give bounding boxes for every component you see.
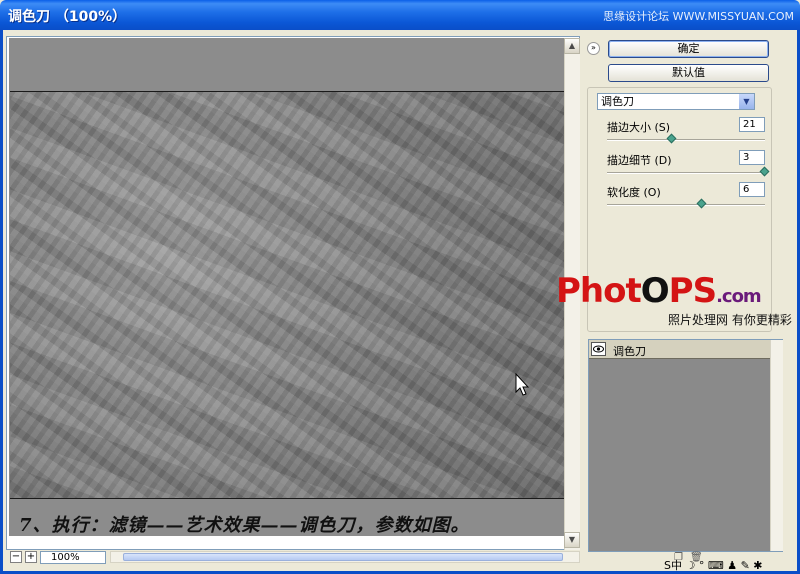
collapse-toggle-icon[interactable]: » [587, 42, 600, 55]
zoom-select[interactable]: 100% [40, 551, 106, 564]
mouse-cursor-icon [515, 373, 530, 396]
scroll-up-icon[interactable]: ▲ [564, 38, 580, 54]
effect-layers-panel: 调色刀 [588, 339, 783, 552]
chevron-down-icon[interactable]: ▼ [739, 94, 754, 109]
scroll-down-icon[interactable]: ▼ [564, 532, 580, 548]
logo-brand-com: .com [716, 286, 762, 307]
effect-layer-name: 调色刀 [613, 345, 646, 358]
stroke-size-input[interactable]: 21 [739, 117, 765, 132]
window-title: 调色刀 （100%） [8, 9, 127, 25]
stroke-detail-slider[interactable] [607, 172, 765, 174]
effect-layer-row[interactable]: 调色刀 [589, 340, 770, 359]
zoom-value: 100% [51, 552, 80, 563]
title-bar[interactable]: 调色刀 （100%） 思缘设计论坛 WWW.MISSYUAN.COM [0, 0, 800, 30]
stroke-size-label: 描边大小 (S) [607, 121, 671, 134]
logo-slogan: 照片处理网 有你更精彩 [668, 313, 792, 327]
zoom-in-button[interactable]: + [25, 551, 37, 563]
filter-select[interactable]: 调色刀 ▼ [597, 93, 755, 110]
preview-canvas[interactable]: 7、执行：滤镜——艺术效果——调色刀，参数如图。 [9, 38, 564, 536]
ok-button[interactable]: 确定 [608, 40, 769, 58]
stroke-detail-label: 描边细节 (D) [607, 154, 672, 167]
logo-brand-o: O [640, 271, 670, 311]
default-button[interactable]: 默认值 [608, 64, 769, 82]
preview-horizontal-scrollbar[interactable] [110, 551, 580, 563]
logo-brand: PhotOPS.com [556, 271, 796, 311]
stroke-size-slider[interactable] [607, 139, 765, 141]
step-caption: 7、执行：滤镜——艺术效果——调色刀，参数如图。 [19, 515, 470, 536]
horizontal-scroll-thumb[interactable] [123, 553, 563, 561]
stroke-detail-input[interactable]: 3 [739, 150, 765, 165]
eye-icon[interactable] [591, 342, 606, 356]
softness-input[interactable]: 6 [739, 182, 765, 197]
softness-label: 软化度 (O) [607, 186, 661, 199]
photops-logo: PhotOPS.com 照片处理网 有你更精彩 [556, 271, 796, 331]
softness-slider[interactable] [607, 204, 765, 206]
system-tray: S中 ☽ ° ⌨ ♟ ✎ ✱ [664, 559, 763, 572]
filter-select-value: 调色刀 [601, 95, 634, 108]
layers-scrollbar[interactable] [770, 340, 783, 551]
logo-brand-post: PS [668, 271, 717, 311]
watermark-text: 思缘设计论坛 WWW.MISSYUAN.COM [603, 10, 794, 23]
logo-brand-pre: Phot [556, 271, 642, 311]
palette-knife-texture [10, 91, 564, 499]
zoom-out-button[interactable]: − [10, 551, 22, 563]
